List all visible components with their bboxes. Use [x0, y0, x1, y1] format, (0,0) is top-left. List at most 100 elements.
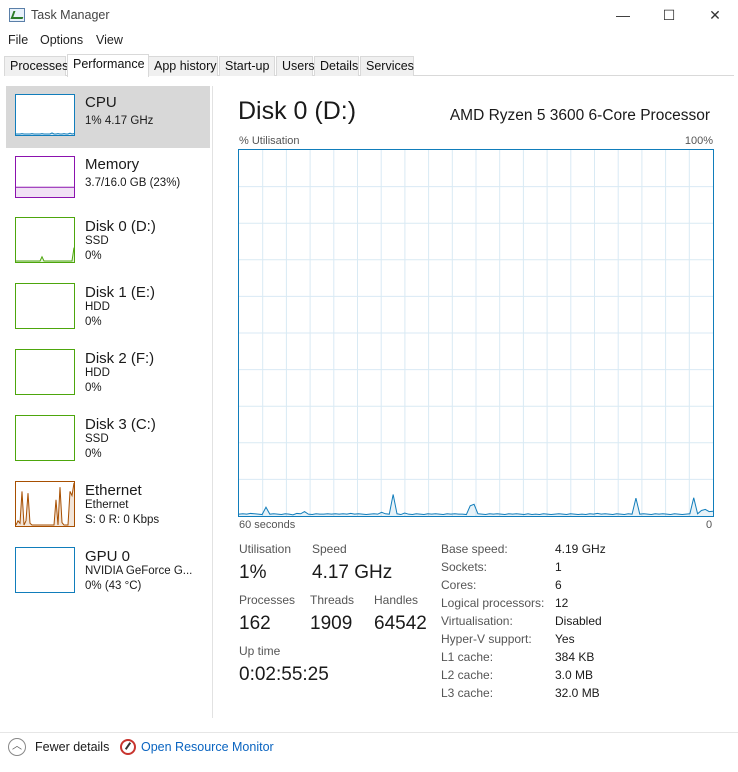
resource-disk-0[interactable]: Disk 0 (D:) SSD 0%	[6, 210, 210, 272]
open-resource-monitor-link[interactable]: Open Resource Monitor	[141, 740, 274, 754]
resource-title: Disk 2 (F:)	[85, 350, 155, 367]
thumbnail-graph-canvas	[16, 548, 74, 592]
detail-value: 32.0 MB	[555, 686, 600, 700]
resource-gpu-0[interactable]: GPU 0 NVIDIA GeForce G... 0% (43 °C)	[6, 540, 210, 602]
disk-1-thumbnail-graph	[15, 283, 75, 329]
disk-2-thumbnail-graph	[15, 349, 75, 395]
resource-title: Disk 3 (C:)	[85, 416, 156, 433]
resource-detail: 1% 4.17 GHz	[85, 115, 154, 127]
detail-value: Yes	[555, 632, 575, 646]
resource-title: CPU	[85, 94, 117, 111]
detail-value: 4.19 GHz	[555, 542, 606, 556]
minimize-button[interactable]: —	[600, 0, 646, 30]
resource-usage: 0%	[85, 382, 102, 394]
maximize-button[interactable]: ☐	[646, 0, 692, 30]
window-title: Task Manager	[31, 8, 110, 22]
detail-value: Disabled	[555, 614, 602, 628]
detail-key: Cores:	[441, 578, 477, 592]
disk-0-thumbnail-graph	[15, 217, 75, 263]
close-button[interactable]: ✕	[692, 0, 738, 30]
resource-disk-1[interactable]: Disk 1 (E:) HDD 0%	[6, 276, 210, 338]
ethernet-thumbnail-graph	[15, 481, 75, 527]
title-bar: Task Manager — ☐ ✕	[0, 0, 738, 30]
tab-performance[interactable]: Performance	[67, 54, 149, 77]
resource-disk-2[interactable]: Disk 2 (F:) HDD 0%	[6, 342, 210, 404]
x-axis-right-label: 0	[706, 519, 713, 531]
resource-type: HDD	[85, 367, 110, 379]
tab-processes[interactable]: Processes	[4, 56, 68, 76]
utilisation-label: Utilisation	[239, 542, 292, 556]
thumbnail-line	[16, 132, 74, 135]
resource-title: GPU 0	[85, 548, 131, 565]
processes-label: Processes	[239, 593, 296, 607]
resource-adapter: Ethernet	[85, 499, 129, 511]
resource-detail: 3.7/16.0 GB (23%)	[85, 177, 181, 189]
thumbnail-graph-canvas	[16, 284, 74, 328]
sidebar-divider	[212, 86, 213, 718]
processes-value: 162	[239, 613, 271, 634]
resource-title: Memory	[85, 156, 140, 173]
menu-view[interactable]: View	[96, 33, 123, 47]
thumbnail-area	[16, 483, 74, 526]
resource-memory[interactable]: Memory 3.7/16.0 GB (23%)	[6, 148, 210, 210]
resource-title: Ethernet	[85, 482, 142, 499]
tab-services[interactable]: Services	[360, 56, 414, 76]
thumbnail-line	[16, 247, 74, 262]
threads-value: 1909	[310, 613, 353, 634]
thumbnail-graph-canvas	[16, 247, 74, 262]
resource-cpu[interactable]: CPU 1% 4.17 GHz	[6, 86, 210, 148]
resource-disk-3[interactable]: Disk 3 (C:) SSD 0%	[6, 408, 210, 470]
utilisation-graph	[238, 149, 714, 517]
thumbnail-area	[16, 247, 74, 262]
tab-strip: Processes Performance App history Start-…	[4, 54, 734, 77]
utilisation-value: 1%	[239, 562, 267, 583]
detail-key: L2 cache:	[441, 668, 494, 682]
resource-type: HDD	[85, 301, 110, 313]
detail-value: 6	[555, 578, 562, 592]
tab-app-history[interactable]: App history	[148, 56, 218, 76]
thumbnail-graph-canvas	[16, 482, 74, 526]
detail-value: 12	[555, 596, 569, 610]
detail-key: Sockets:	[441, 560, 488, 574]
thumbnail-graph-canvas	[16, 416, 74, 460]
speed-value: 4.17 GHz	[312, 562, 393, 583]
detail-value: 3.0 MB	[555, 668, 594, 682]
detail-value: 384 KB	[555, 650, 595, 664]
tab-details[interactable]: Details	[314, 56, 359, 76]
fewer-details-label: Fewer details	[35, 740, 110, 754]
task-manager-icon	[9, 8, 25, 22]
menu-options[interactable]: Options	[40, 33, 83, 47]
tab-users[interactable]: Users	[276, 56, 315, 76]
thumbnail-area	[16, 187, 74, 197]
resource-usage: 0%	[85, 316, 102, 328]
detail-value: 1	[555, 560, 562, 574]
thumbnail-graph-canvas	[16, 350, 74, 394]
thumbnail-line	[16, 482, 74, 526]
tab-start-up[interactable]: Start-up	[219, 56, 275, 76]
disk-3-thumbnail-graph	[15, 415, 75, 461]
detail-key: Logical processors:	[441, 596, 545, 610]
thumbnail-graph-canvas	[16, 132, 74, 135]
y-axis-label: % Utilisation	[239, 135, 300, 147]
resource-usage: 0%	[85, 250, 102, 262]
detail-key: L3 cache:	[441, 686, 494, 700]
chevron-up-icon: ︿	[8, 738, 26, 756]
resource-type: SSD	[85, 433, 109, 445]
resource-throughput: S: 0 R: 0 Kbps	[85, 514, 160, 526]
detail-key: Base speed:	[441, 542, 508, 556]
x-axis-left-label: 60 seconds	[239, 519, 296, 531]
uptime-label: Up time	[239, 644, 281, 658]
resource-type: SSD	[85, 235, 109, 247]
memory-thumbnail-graph	[15, 156, 75, 198]
resource-usage: 0% (43 °C)	[85, 580, 142, 592]
thumbnail-graph-canvas	[16, 186, 74, 197]
resource-title: Disk 0 (D:)	[85, 218, 156, 235]
resource-list: CPU 1% 4.17 GHz Memory 3.7/16.0 GB (23%)…	[4, 86, 212, 718]
menu-file[interactable]: File	[8, 33, 28, 47]
resource-ethernet[interactable]: Ethernet Ethernet S: 0 R: 0 Kbps	[6, 474, 210, 536]
resource-monitor-icon	[120, 739, 136, 755]
handles-value: 64542	[374, 613, 427, 634]
handles-label: Handles	[374, 593, 419, 607]
detail-key: Virtualisation:	[441, 614, 513, 628]
resource-usage: 0%	[85, 448, 102, 460]
